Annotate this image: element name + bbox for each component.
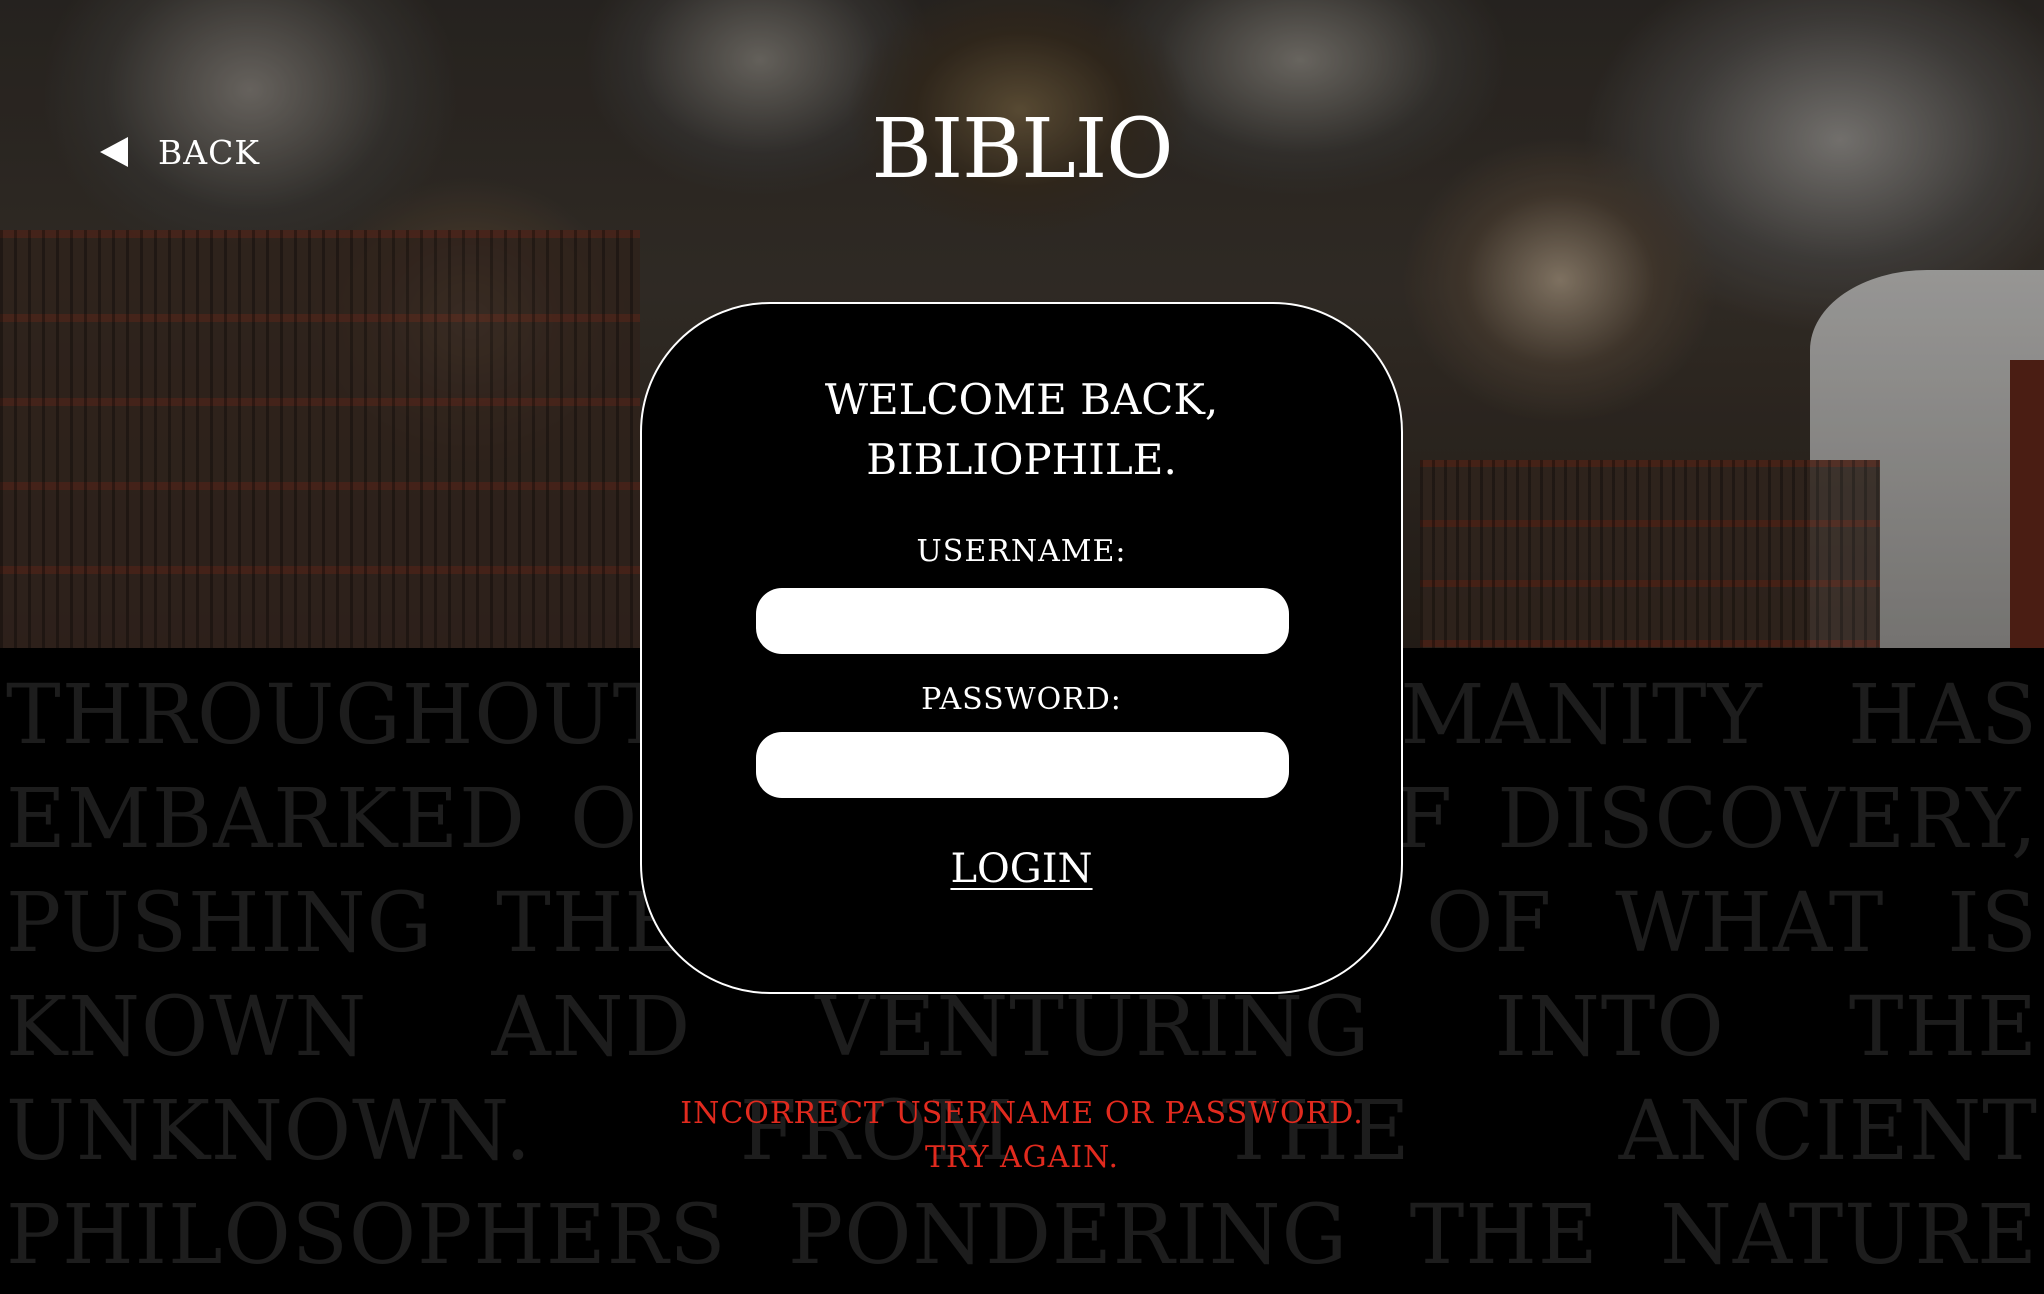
login-heading: WELCOME BACK, BIBLIOPHILE. <box>642 370 1401 490</box>
back-arrow-icon <box>100 137 128 167</box>
logo: BIBLIO <box>871 102 1174 197</box>
username-label: USERNAME: <box>916 534 1127 569</box>
heading-line-2: BIBLIOPHILE. <box>866 435 1177 484</box>
heading-line-1: WELCOME BACK, <box>824 375 1219 424</box>
back-button[interactable]: BACK <box>100 132 260 172</box>
error-line-1: INCORRECT USERNAME OR PASSWORD. <box>680 1096 1364 1131</box>
error-line-2: TRY AGAIN. <box>924 1140 1120 1175</box>
login-card: WELCOME BACK, BIBLIOPHILE. USERNAME: PAS… <box>640 302 1403 994</box>
back-label: BACK <box>158 132 260 172</box>
error-message: INCORRECT USERNAME OR PASSWORD. TRY AGAI… <box>622 1092 1422 1180</box>
password-label: PASSWORD: <box>921 682 1122 717</box>
login-button[interactable]: LOGIN <box>642 846 1401 892</box>
username-input[interactable] <box>756 588 1289 654</box>
password-input[interactable] <box>756 732 1289 798</box>
